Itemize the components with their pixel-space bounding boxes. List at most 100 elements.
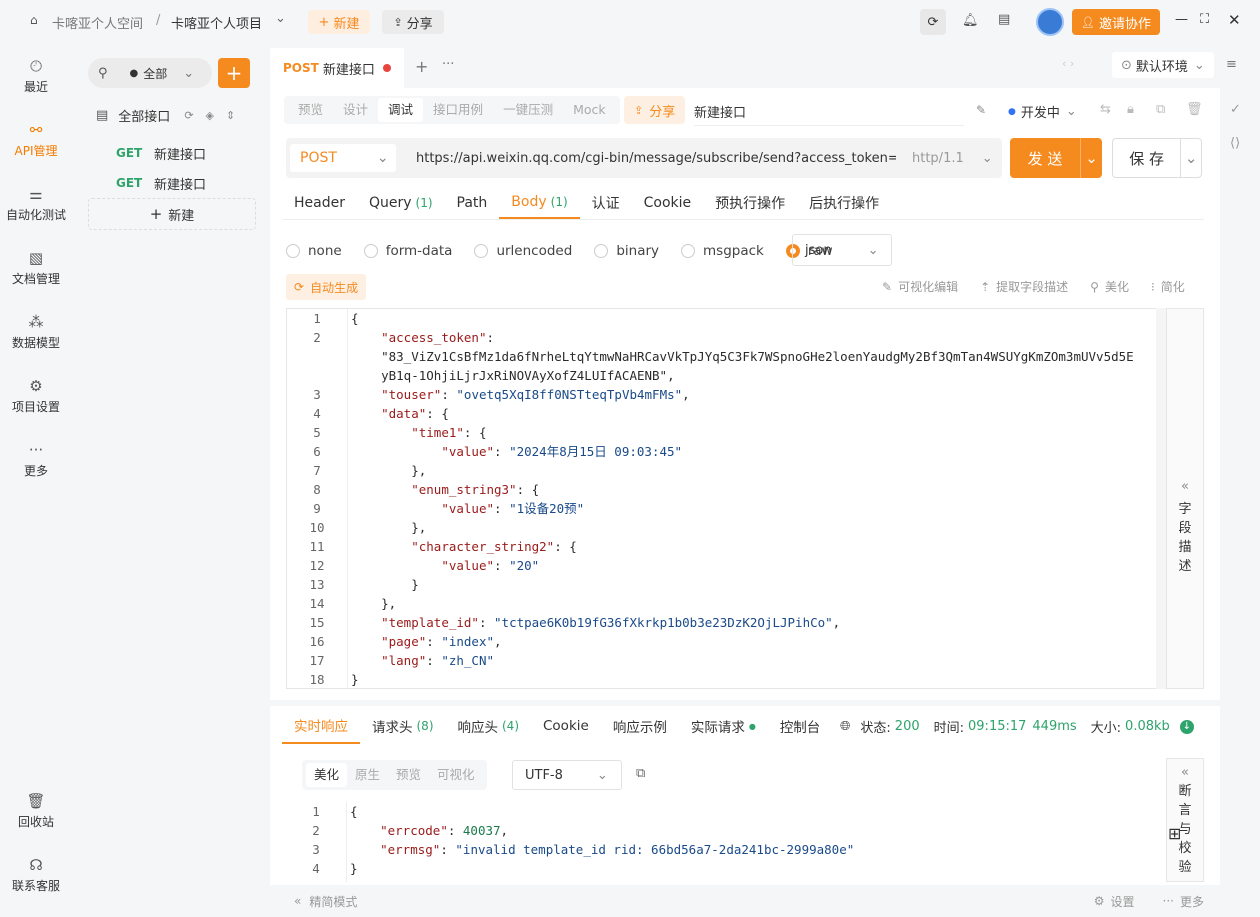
space-breadcrumb[interactable]: 卡喀亚个人空间 [52, 13, 143, 32]
body-type-binary[interactable]: binary [594, 243, 659, 259]
mode-tab[interactable]: 调试 [378, 98, 424, 122]
body-format-select[interactable]: json ⌄ [792, 234, 892, 266]
env-select[interactable]: ⊙ 默认环境 ⌄ [1112, 52, 1214, 78]
request-tab[interactable]: 后执行操作 [797, 186, 891, 219]
download-icon[interactable]: ↓ [1179, 719, 1194, 734]
request-tab[interactable]: 认证 [580, 186, 632, 219]
response-tab[interactable]: 实际请求 ● [679, 708, 768, 744]
settings-button[interactable]: 设置 [1111, 893, 1135, 910]
add-tab-icon[interactable]: + [415, 57, 428, 76]
beautify-button[interactable]: 美化 [1105, 278, 1129, 295]
nav-item-automation[interactable]: ⚌ 自动化测试 [0, 172, 72, 236]
refresh-icon[interactable]: ⟳ [184, 109, 193, 122]
project-breadcrumb[interactable]: 卡喀亚个人项目 [171, 13, 262, 32]
body-type-none[interactable]: none [286, 243, 342, 259]
invite-button[interactable]: 👤︎ 邀请协作 [1072, 9, 1160, 35]
encoding-select[interactable]: UTF-8 ⌄ [512, 760, 622, 790]
nav-item-model[interactable]: ⁂ 数据模型 [0, 300, 72, 364]
bell-icon[interactable]: 🔔︎ [962, 13, 979, 28]
send-button[interactable]: 发 送 ⌄ [1010, 138, 1102, 178]
sort-icon[interactable]: ⇕ [226, 109, 235, 122]
locate-icon[interactable]: ◈ [206, 109, 214, 122]
view-mode-tab[interactable]: 预览 [388, 763, 429, 787]
delete-icon[interactable]: 🗑︎ [1186, 102, 1203, 117]
save-button[interactable]: 保 存 ⌄ [1112, 138, 1202, 178]
request-tab[interactable]: Body (1) [499, 186, 580, 219]
editor-scrollbar[interactable] [1156, 308, 1166, 689]
footer-more-button[interactable]: 更多 [1180, 893, 1204, 910]
nav-item-clock[interactable]: 🕘︎ 最近 [0, 44, 72, 108]
nav-item-headset[interactable]: ☊ 联系客服 [0, 843, 72, 907]
history-icon[interactable]: ⇆ [1100, 102, 1111, 117]
tree-item[interactable]: GET 新建接口 [116, 138, 206, 168]
new-item-button[interactable]: + 新建 [88, 198, 256, 230]
mode-tab[interactable]: 预览 [288, 98, 333, 122]
add-api-button[interactable]: + [218, 58, 250, 88]
share-api-button[interactable]: ⇪ 分享 [624, 96, 686, 124]
nav-item-trash[interactable]: 🗑︎ 回收站 [0, 779, 72, 843]
request-tab[interactable]: Query (1) [357, 186, 445, 219]
search-input[interactable]: ⚲ ● 全部 ⌄ [88, 58, 212, 88]
simple-mode-button[interactable]: 精简模式 [309, 893, 357, 910]
mode-tab[interactable]: 一键压测 [493, 98, 563, 122]
panel-divider[interactable] [270, 700, 1220, 706]
mode-tab[interactable]: 接口用例 [423, 98, 493, 122]
nav-item-settings[interactable]: ⚙ 项目设置 [0, 364, 72, 428]
copy-icon[interactable]: ⧉ [1156, 102, 1165, 117]
tree-item[interactable]: GET 新建接口 [116, 168, 206, 198]
response-tab[interactable]: Cookie [531, 708, 601, 744]
edit-icon[interactable]: ✎ [976, 103, 986, 117]
status-select[interactable]: ● 开发中 ⌄ [1008, 102, 1077, 121]
more-tabs-icon[interactable]: ··· [442, 57, 454, 72]
visual-edit-button[interactable]: 可视化编辑 [898, 278, 958, 295]
api-tab[interactable]: POST 新建接口 [270, 48, 404, 88]
maximize-icon[interactable]: ⛶ [1200, 12, 1209, 27]
notes-icon[interactable]: ▤ [998, 12, 1010, 27]
response-tab[interactable]: 控制台 [768, 708, 833, 744]
assert-toggle[interactable]: « 断言与校验 [1166, 758, 1204, 882]
copy-icon[interactable]: ⧉ [636, 766, 645, 781]
body-editor[interactable]: 1{2 "access_token": "83_ViZv1CsBfMz1da6f… [286, 308, 1166, 689]
extract-button[interactable]: 提取字段描述 [996, 278, 1068, 295]
url-input[interactable]: https://api.weixin.qq.com/cgi-bin/messag… [416, 151, 896, 166]
api-name-field[interactable]: 新建接口 [694, 102, 964, 126]
nav-item-more[interactable]: ··· 更多 [0, 428, 72, 492]
code-icon[interactable]: ⟨⟩ [1230, 136, 1240, 151]
response-body[interactable]: 1{2 "errcode": 40037, 3 "errmsg": "invali… [286, 802, 1156, 882]
protocol-select[interactable]: http/1.1 [912, 151, 964, 166]
response-tab[interactable]: 响应头 (4) [446, 708, 532, 744]
nav-item-document[interactable]: ▧ 文档管理 [0, 236, 72, 300]
avatar[interactable] [1036, 8, 1064, 36]
chevron-down-icon[interactable]: ⌄ [1181, 149, 1201, 167]
refresh-icon[interactable]: ⟳ [920, 9, 946, 35]
body-type-urlencoded[interactable]: urlencoded [474, 243, 572, 259]
menu-icon[interactable]: ≡ [1226, 57, 1237, 72]
request-tab[interactable]: 预执行操作 [703, 186, 797, 219]
tab-scroll-icon[interactable]: ‹ › [1062, 57, 1074, 70]
close-icon[interactable]: ✕ [1228, 11, 1241, 29]
filter-select[interactable]: 全部 [143, 65, 167, 82]
response-tab[interactable]: 请求头 (8) [360, 708, 446, 744]
layout-icon[interactable]: ⊞ [1168, 824, 1181, 843]
check-circle-icon[interactable]: ✓ [1230, 102, 1241, 117]
lock-icon[interactable]: 🔒︎ [1127, 102, 1134, 117]
mode-tab[interactable]: Mock [563, 98, 616, 122]
field-desc-toggle[interactable]: « 字段描述 [1166, 308, 1204, 689]
response-tab[interactable]: 实时响应 [282, 708, 360, 744]
view-mode-tab[interactable]: 美化 [306, 763, 348, 787]
request-tab[interactable]: Path [445, 186, 500, 219]
method-select[interactable]: POST ⌄ [290, 144, 396, 172]
view-mode-tab[interactable]: 可视化 [429, 763, 483, 787]
minimize-icon[interactable]: — [1175, 12, 1188, 27]
response-tab[interactable]: 响应示例 [601, 708, 679, 744]
autogen-button[interactable]: ⟳ 自动生成 [286, 274, 367, 300]
nav-item-api[interactable]: ⚯ API管理 [0, 108, 72, 172]
share-button[interactable]: ⇪ 分享 [382, 10, 444, 34]
chevron-down-icon[interactable]: ⌄ [1081, 149, 1102, 167]
all-apis-item[interactable]: ▤ 全部接口 ⟳ ◈ ⇕ [96, 106, 235, 125]
request-tab[interactable]: Cookie [632, 186, 704, 219]
request-tab[interactable]: Header [282, 186, 357, 219]
chevron-down-icon[interactable]: ⌄ [982, 151, 993, 166]
body-type-msgpack[interactable]: msgpack [681, 243, 764, 259]
mode-tab[interactable]: 设计 [333, 98, 378, 122]
